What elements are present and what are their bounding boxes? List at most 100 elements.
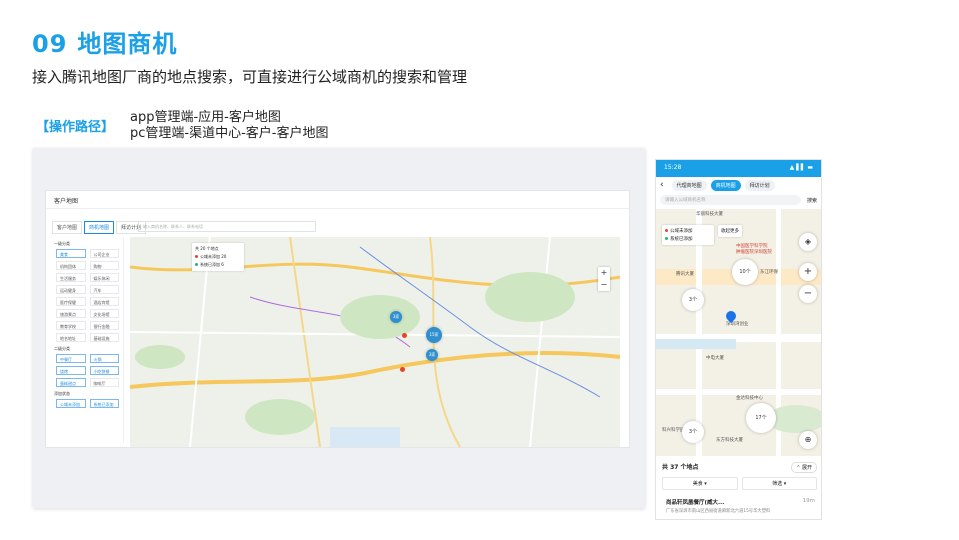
list-item-name: 尚品轩凤凰餐厅(威大... xyxy=(666,500,725,506)
zoom-out-button[interactable]: − xyxy=(598,279,610,291)
tab-opportunity-map[interactable]: 商机地图 xyxy=(710,179,741,191)
map-label: 中电大厦 xyxy=(706,356,724,361)
compass-icon[interactable]: ◈ xyxy=(799,233,817,251)
status-time: 15:28 xyxy=(664,164,682,171)
tab-opportunity-map[interactable]: 商机地图 xyxy=(84,221,115,234)
map-cluster[interactable]: 17个 xyxy=(746,403,776,433)
sidebar-group-label: 添加状态 xyxy=(54,391,70,396)
map-marker-unadded[interactable] xyxy=(402,333,407,338)
desktop-window-title: 客户地图 xyxy=(46,191,629,209)
category-chip[interactable]: 地名地址 xyxy=(56,333,86,342)
sidebar-group-label: 一级分类 xyxy=(54,241,70,246)
sidebar-group-label: 二级分类 xyxy=(54,346,70,351)
mobile-zoom-in-button[interactable]: + xyxy=(799,263,817,281)
operation-path-app: app管理端-应用-客户地图 xyxy=(130,110,281,125)
screen-filter[interactable]: 筛选 ▾ xyxy=(741,477,817,490)
legend-unadded: 公域未添加 xyxy=(665,228,711,234)
category-chip[interactable]: 银行金融 xyxy=(89,321,119,330)
mobile-filters: 美食 ▾ 筛选 ▾ xyxy=(656,475,821,492)
mobile-result-panel: 共 37 个地点 ⌃ 展开 美食 ▾ 筛选 ▾ 尚品轩凤凰餐厅(威大... 19… xyxy=(656,456,821,519)
zoom-in-button[interactable]: + xyxy=(598,267,610,279)
map-cluster[interactable]: 3个 xyxy=(682,289,704,311)
subcategory-chip[interactable]: 蛋糕甜点 xyxy=(56,378,86,387)
mobile-status-bar: 15:28 ▲ ▌▌ ▬ xyxy=(656,160,821,177)
map-cluster[interactable]: 3个 xyxy=(682,421,704,443)
category-chip[interactable]: 娱乐休闲 xyxy=(89,273,119,282)
section-title: 地图商机 xyxy=(77,30,178,58)
sidebar-group-2: 中餐厅 火锅 烧烤 小吃快餐 蛋糕甜点 咖啡厅 xyxy=(52,354,123,387)
status-chip[interactable]: 公域未添加 xyxy=(56,399,86,408)
expand-button[interactable]: ⌃ 展开 xyxy=(791,462,817,473)
map-label: 东方科技大厦 xyxy=(716,438,743,443)
mobile-map[interactable]: 公域未添加 系统已添加 收起更多 华丽科技大厦 中国医学科学院 肿瘤医院深圳医院… xyxy=(656,209,821,456)
map-label: 华丽科技大厦 xyxy=(696,212,723,217)
page-title: 09 地图商机 xyxy=(32,24,177,59)
category-chip[interactable]: 酒店宾馆 xyxy=(89,297,119,306)
desktop-map-legend: 共 20 个地点 公域未添加 20 系统已添加 6 xyxy=(192,243,244,271)
desktop-tabs: 客户地图 商机地图 拜访计划 xyxy=(52,221,147,234)
category-chip[interactable]: 美食 xyxy=(56,249,86,258)
desktop-search-input[interactable]: 输入商机名称、联系人、联系电话 xyxy=(138,221,316,232)
list-item-address: 广东省深圳市南山区西丽街道麻新北六道15号华大塑料 xyxy=(666,509,771,514)
subcategory-chip[interactable]: 火锅 xyxy=(89,354,119,363)
tab-agent-map[interactable]: 代理商地图 xyxy=(671,179,707,191)
mobile-screenshot: 15:28 ▲ ▌▌ ▬ ‹ 代理商地图 商机地图 拜访计划 请输入公域商机名称… xyxy=(655,159,822,520)
operation-paths: app管理端-应用-客户地图 pc管理端-渠道中心-客户-客户地图 xyxy=(130,110,328,142)
legend-unadded: 公域未添加 20 xyxy=(195,254,241,260)
back-icon[interactable]: ‹ xyxy=(660,180,664,190)
mobile-search-input[interactable]: 请输入公域商机名称 xyxy=(660,195,801,205)
map-cluster[interactable]: 3家 xyxy=(426,349,438,361)
list-item-distance: 19m xyxy=(802,498,815,504)
list-item[interactable]: 尚品轩凤凰餐厅(威大... 19m xyxy=(656,492,821,506)
status-chip[interactable]: 系统已添加 xyxy=(89,399,119,408)
map-cluster[interactable]: 10个 xyxy=(732,259,758,285)
category-chip[interactable]: 文化场馆 xyxy=(89,309,119,318)
legend-added: 系统已添加 6 xyxy=(195,262,241,268)
operation-path-pc: pc管理端-渠道中心-客户-客户地图 xyxy=(130,126,329,141)
mobile-search-bar: 请输入公域商机名称 搜索 xyxy=(656,193,821,207)
desktop-map[interactable]: 共 20 个地点 公域未添加 20 系统已添加 6 3家 15家 3家 + − xyxy=(130,237,620,447)
map-cluster[interactable]: 3家 xyxy=(390,311,402,323)
category-filter[interactable]: 美食 ▾ xyxy=(662,477,738,490)
tab-visit-plan[interactable]: 拜访计划 xyxy=(744,179,775,191)
operation-path-label: 【操作路径】 xyxy=(36,120,115,135)
subcategory-chip[interactable]: 咖啡厅 xyxy=(89,378,119,387)
locate-icon[interactable]: ⊕ xyxy=(799,431,817,449)
section-number: 09 xyxy=(32,30,68,58)
category-chip[interactable]: 机构团体 xyxy=(56,261,86,270)
category-chip[interactable]: 购物 xyxy=(89,261,119,270)
desktop-zoom-controls: + − xyxy=(598,267,610,291)
category-chip[interactable]: 公司企业 xyxy=(89,249,119,258)
category-chip[interactable]: 旅游景点 xyxy=(56,309,86,318)
sidebar-group-3: 公域未添加 系统已添加 xyxy=(52,399,123,408)
mobile-tabs: ‹ 代理商地图 商机地图 拜访计划 xyxy=(656,177,821,193)
map-label: 金达科技中心 xyxy=(736,396,763,401)
collapse-more-button[interactable]: 收起更多 xyxy=(718,225,742,237)
legend-title: 共 20 个地点 xyxy=(195,246,219,251)
map-label: 东江环保 xyxy=(760,270,778,275)
category-chip[interactable]: 汽车 xyxy=(89,285,119,294)
status-icons: ▲ ▌▌ ▬ xyxy=(789,164,813,171)
category-chip[interactable]: 基础设施 xyxy=(89,333,119,342)
map-marker-unadded[interactable] xyxy=(400,367,405,372)
desktop-window: 客户地图 客户地图 商机地图 拜访计划 输入商机名称、联系人、联系电话 一级分类… xyxy=(45,190,630,448)
page-subtitle: 接入腾讯地图厂商的地点搜索，可直接进行公域商机的搜索和管理 xyxy=(32,68,468,86)
mobile-zoom-out-button[interactable]: − xyxy=(799,285,817,303)
category-chip[interactable]: 医疗保健 xyxy=(56,297,86,306)
subcategory-chip[interactable]: 中餐厅 xyxy=(56,354,86,363)
sidebar-group-1: 美食 公司企业 机构团体 购物 生活服务 娱乐休闲 运动健身 汽车 医疗保健 酒… xyxy=(52,249,123,342)
mobile-search-button[interactable]: 搜索 xyxy=(807,197,817,204)
subcategory-chip[interactable]: 烧烤 xyxy=(56,366,86,375)
tab-customer-map[interactable]: 客户地图 xyxy=(52,221,83,234)
map-label: 肿瘤医院深圳医院 xyxy=(736,250,772,255)
category-chip[interactable]: 教育学校 xyxy=(56,321,86,330)
desktop-sidebar: 一级分类 美食 公司企业 机构团体 购物 生活服务 娱乐休闲 运动健身 汽车 医… xyxy=(52,237,124,443)
map-label: 腾讯大厦 xyxy=(676,272,694,277)
category-chip[interactable]: 运动健身 xyxy=(56,285,86,294)
legend-added: 系统已添加 xyxy=(665,236,711,242)
category-chip[interactable]: 生活服务 xyxy=(56,273,86,282)
mobile-map-legend: 公域未添加 系统已添加 xyxy=(662,225,714,245)
map-cluster[interactable]: 15家 xyxy=(426,327,442,343)
subcategory-chip[interactable]: 小吃快餐 xyxy=(89,366,119,375)
result-count: 共 37 个地点 xyxy=(662,464,699,471)
